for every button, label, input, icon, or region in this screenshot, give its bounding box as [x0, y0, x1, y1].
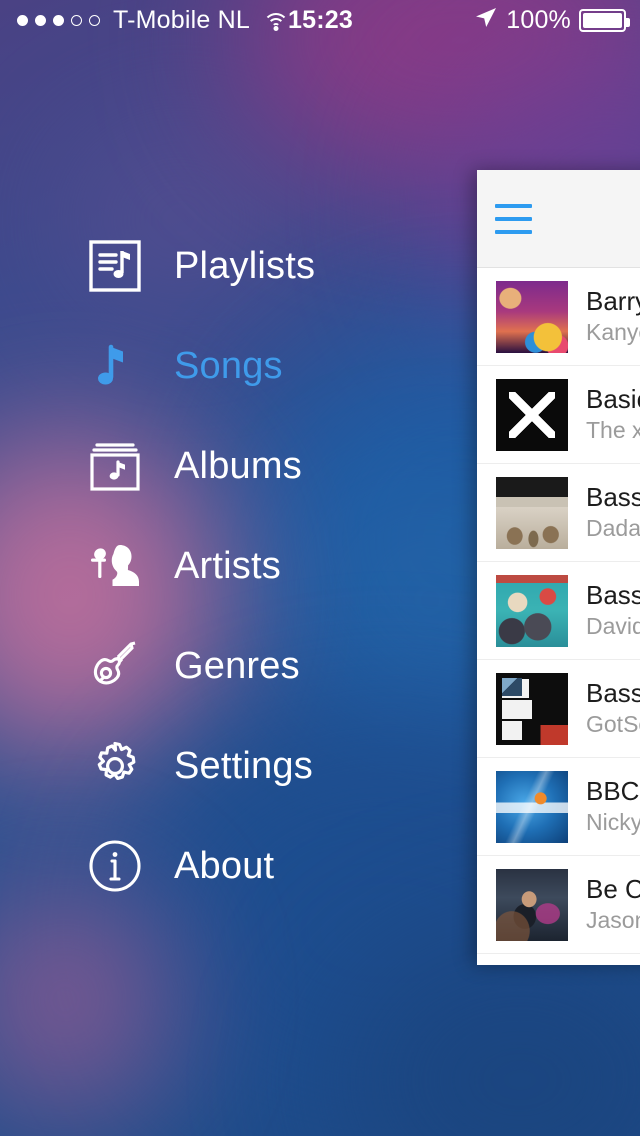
- song-artist: Dada L: [586, 514, 640, 541]
- carrier-label: T-Mobile NL: [113, 5, 250, 34]
- song-artist: Jason: [586, 906, 640, 933]
- sidebar-item-label: About: [174, 844, 275, 887]
- info-circle-icon: [84, 838, 146, 894]
- list-item[interactable]: Bass David G: [477, 562, 640, 660]
- sidebar-item-label: Playlists: [174, 244, 316, 287]
- guitar-icon: [84, 638, 146, 694]
- gear-icon: [84, 738, 146, 794]
- list-item[interactable]: Basic The xx: [477, 366, 640, 464]
- sidebar-item-songs[interactable]: Songs: [0, 316, 430, 416]
- battery-full-icon: [579, 8, 630, 32]
- list-item[interactable]: Bass Dada L: [477, 464, 640, 562]
- signal-strength-dots: [17, 14, 100, 26]
- sidebar-item-playlists[interactable]: Playlists: [0, 216, 430, 316]
- song-artist: David G: [586, 612, 640, 639]
- song-title: Barry: [586, 286, 640, 316]
- music-note-icon: [84, 338, 146, 394]
- playlist-icon: [84, 238, 146, 294]
- sidebar-item-label: Albums: [174, 444, 302, 487]
- list-item[interactable]: Bassl GotSom: [477, 660, 640, 758]
- location-arrow-icon: [474, 5, 498, 36]
- song-artist: GotSom: [586, 710, 640, 737]
- song-artist: Kanye: [586, 318, 640, 345]
- song-title: Bassl: [586, 678, 640, 708]
- album-art: [496, 280, 568, 353]
- hamburger-menu-icon[interactable]: [495, 198, 532, 240]
- album-art: [496, 476, 568, 549]
- album-art: [496, 378, 568, 451]
- status-bar: T-Mobile NL 15:23 100%: [0, 0, 640, 40]
- album-art: [496, 868, 568, 941]
- song-artist: The xx: [586, 416, 640, 443]
- list-item[interactable]: Barry Kanye: [477, 268, 640, 366]
- list-item[interactable]: BBC Nicky R: [477, 758, 640, 856]
- albums-icon: [84, 438, 146, 494]
- album-art: [496, 770, 568, 843]
- battery-percent-label: 100%: [506, 5, 571, 34]
- sidebar-item-label: Songs: [174, 344, 283, 387]
- album-art: [496, 574, 568, 647]
- album-art: [496, 672, 568, 745]
- wifi-icon: [262, 11, 289, 31]
- sidebar-menu: Playlists Songs Albums Artists Genres Se…: [0, 216, 430, 916]
- sidebar-item-artists[interactable]: Artists: [0, 516, 430, 616]
- song-title: Be Ca: [586, 874, 640, 904]
- song-artist: Nicky R: [586, 808, 640, 835]
- song-title: BBC: [586, 776, 640, 806]
- clock-label: 15:23: [288, 5, 353, 34]
- sidebar-item-albums[interactable]: Albums: [0, 416, 430, 516]
- sidebar-item-genres[interactable]: Genres: [0, 616, 430, 716]
- list-item[interactable]: Be Ca Jason: [477, 856, 640, 954]
- song-list-panel: Barry Kanye Basic The xx Bass Dada L: [477, 170, 640, 965]
- song-title: Basic: [586, 384, 640, 414]
- song-title: Bass: [586, 580, 640, 610]
- artist-mic-icon: [84, 538, 146, 594]
- sidebar-item-label: Artists: [174, 544, 281, 587]
- sidebar-item-label: Genres: [174, 644, 300, 687]
- sidebar-item-label: Settings: [174, 744, 313, 787]
- panel-header: [477, 170, 640, 268]
- sidebar-item-settings[interactable]: Settings: [0, 716, 430, 816]
- list-item[interactable]: [477, 954, 640, 965]
- sidebar-item-about[interactable]: About: [0, 816, 430, 916]
- song-title: Bass: [586, 482, 640, 512]
